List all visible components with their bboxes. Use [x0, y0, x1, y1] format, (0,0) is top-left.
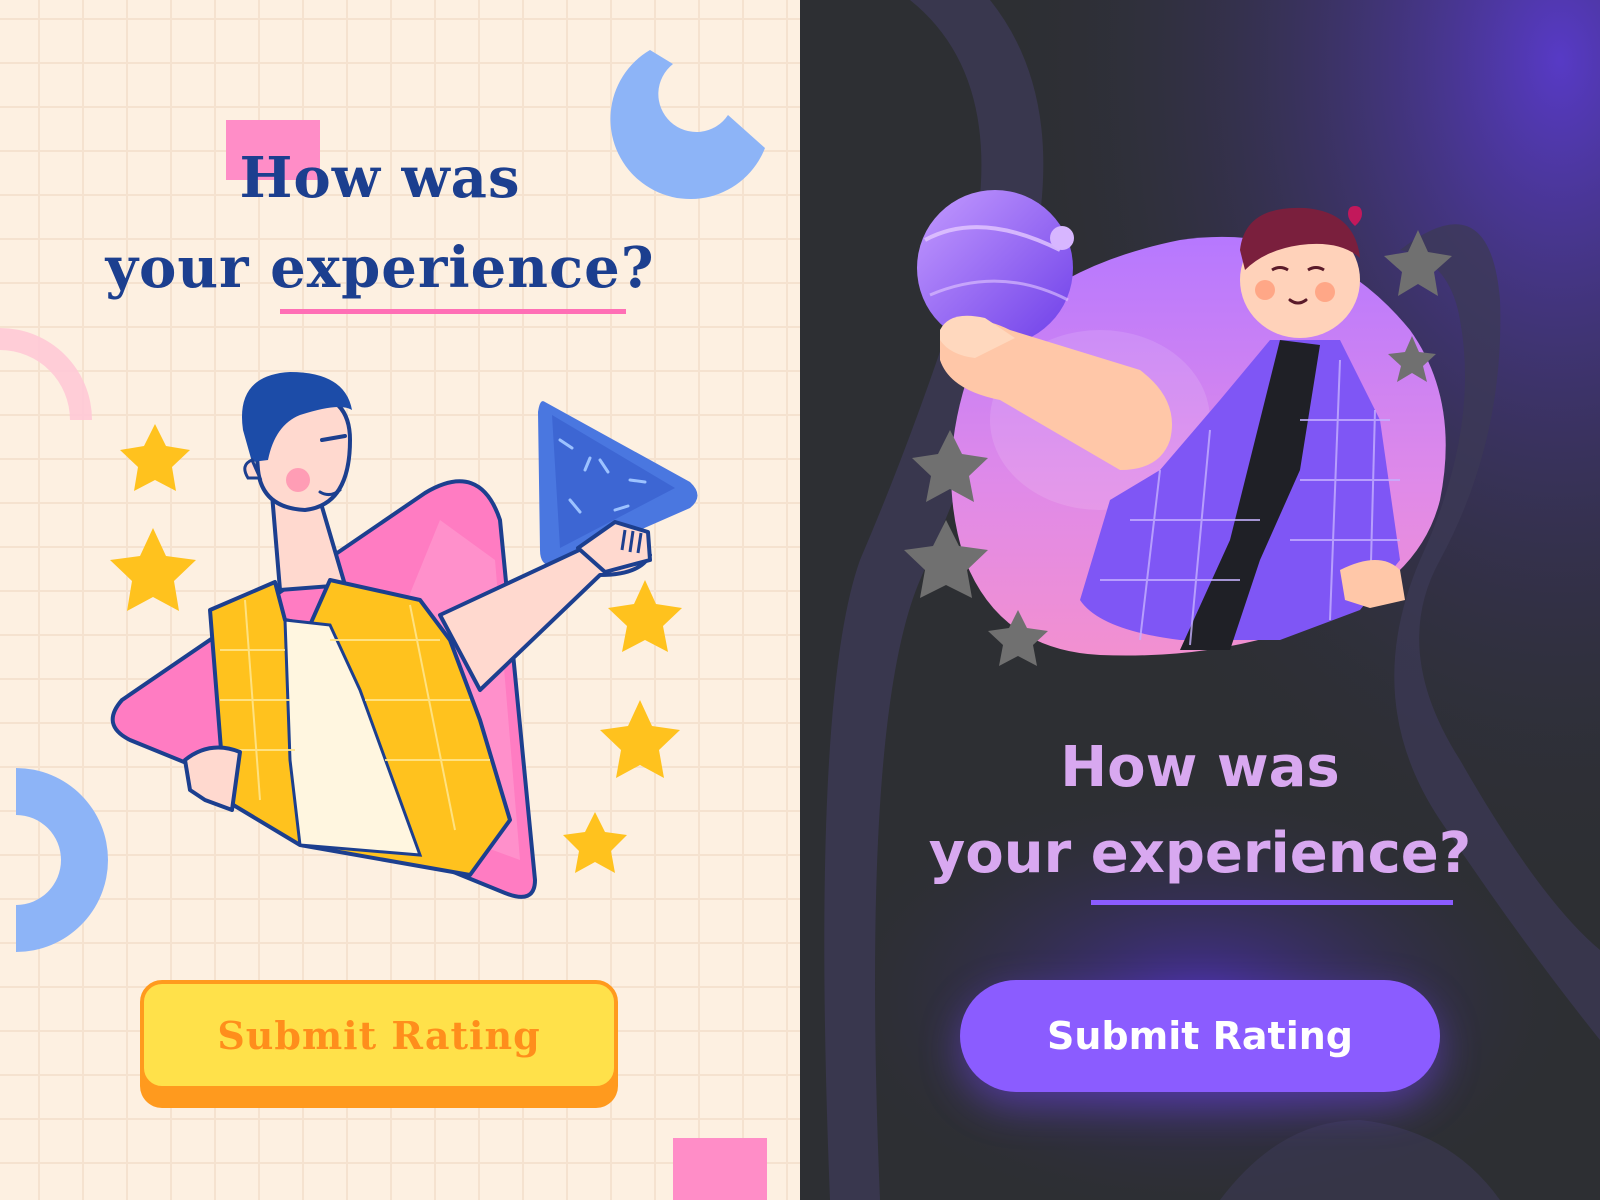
star-icon	[563, 812, 627, 873]
star-icon	[600, 700, 680, 778]
experience-underline	[280, 309, 626, 314]
planet-icon	[917, 190, 1074, 346]
experience-underline	[1091, 900, 1453, 905]
star-icon	[120, 424, 190, 491]
question-line2: your experience?	[105, 235, 655, 301]
question-line1: How was	[1060, 735, 1340, 800]
submit-rating-label: Submit Rating	[1047, 1014, 1353, 1058]
submit-rating-button[interactable]: Submit Rating	[960, 980, 1440, 1092]
question-emphasis-word: experience?	[270, 235, 655, 301]
pink-arc-decoration	[0, 328, 92, 420]
question-line2: your experience?	[928, 821, 1472, 886]
question-line1: How was	[239, 145, 521, 211]
star-icon	[110, 528, 196, 611]
submit-rating-button[interactable]: Submit Rating	[140, 980, 618, 1090]
light-rating-card: How was your experience? Submit Rating	[0, 0, 800, 1200]
pink-square-bottom-decoration	[673, 1138, 767, 1200]
question-emphasis-word: experience?	[1090, 821, 1472, 886]
blue-half-ring-decoration	[16, 768, 108, 952]
dark-rating-card: How was your experience? Submit Rating	[800, 0, 1600, 1200]
submit-rating-label: Submit Rating	[217, 1012, 541, 1058]
star-icon	[608, 580, 682, 652]
